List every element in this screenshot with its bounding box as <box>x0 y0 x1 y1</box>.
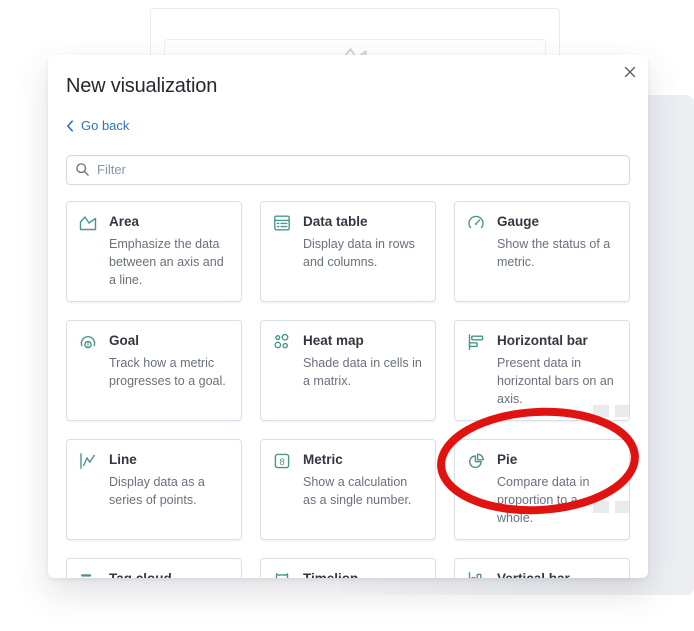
timelion-icon <box>275 572 289 578</box>
vertical-bar-icon <box>468 571 482 578</box>
svg-text:8: 8 <box>87 342 90 348</box>
viz-card-title: Horizontal bar <box>497 332 588 348</box>
tag-cloud-icon <box>81 573 95 578</box>
checker-artifact <box>615 405 629 417</box>
viz-card-data-table[interactable]: Data table Display data in rows and colum… <box>260 200 436 302</box>
viz-card-title: Metric <box>303 451 343 467</box>
viz-card-description: Emphasize the data between an axis and a… <box>109 236 224 287</box>
heat-map-icon <box>274 333 289 348</box>
viz-card-pie[interactable]: Pie Compare data in proportion to a whole… <box>454 438 630 540</box>
svg-text:8: 8 <box>279 456 284 467</box>
metric-icon: 8 <box>274 453 290 468</box>
viz-card-title: Vertical bar <box>497 570 570 579</box>
close-button[interactable] <box>619 61 641 83</box>
viz-card-heat-map[interactable]: Heat map Shade data in cells in a matrix. <box>260 319 436 421</box>
viz-card-timelion[interactable]: TimelionShow time series data on a graph… <box>260 557 436 579</box>
viz-card-description: Display data as a series of points. <box>109 474 205 507</box>
viz-card-title: Timelion <box>303 570 359 579</box>
go-back-link[interactable]: Go back <box>66 118 129 133</box>
viz-card-goal[interactable]: 8 Goal Track how a metric progresses to a … <box>66 319 242 421</box>
viz-card-description: Show a calculation as a single number. <box>303 474 412 507</box>
visualization-card-grid: Area Emphasize the data between an axis a… <box>66 200 630 579</box>
viz-card-title: Data table <box>303 213 368 229</box>
filter-field-wrap <box>66 154 630 185</box>
area-icon <box>79 215 97 230</box>
viz-card-description: Show the status of a metric. <box>497 236 611 269</box>
checker-artifact <box>615 501 629 513</box>
viz-card-description: Shade data in cells in a matrix. <box>303 355 422 388</box>
horizontal-bar-icon <box>468 333 484 350</box>
viz-card-title: Goal <box>109 332 140 348</box>
screen: New visualization Go back Area Emphasize … <box>0 0 694 631</box>
viz-card-tag-cloud[interactable]: Tag cloudDisplay word frequency with fon… <box>66 557 242 579</box>
viz-card-area[interactable]: Area Emphasize the data between an axis a… <box>66 200 242 302</box>
viz-card-description: Present data in horizontal bars on an ax… <box>497 355 614 406</box>
new-visualization-modal: New visualization Go back Area Emphasize … <box>48 55 648 578</box>
viz-card-description: Display data in rows and columns. <box>303 236 415 269</box>
viz-card-description: Compare data in proportion to a whole. <box>497 474 590 525</box>
viz-card-title: Tag cloud <box>109 570 172 579</box>
chevron-left-icon <box>67 119 73 132</box>
viz-card-title: Heat map <box>303 332 364 348</box>
viz-card-title: Gauge <box>497 213 540 229</box>
viz-card-gauge[interactable]: Gauge Show the status of a metric. <box>454 200 630 302</box>
close-icon <box>624 66 636 78</box>
search-icon <box>76 162 89 176</box>
viz-card-title: Line <box>109 451 137 467</box>
viz-card-vertical-bar[interactable]: Vertical barPresent data in vertical bar… <box>454 557 630 579</box>
line-icon <box>80 452 95 469</box>
viz-card-line[interactable]: Line Display data as a series of points. <box>66 438 242 540</box>
checker-artifact <box>593 501 609 513</box>
gauge-icon <box>468 215 484 228</box>
page-title: New visualization <box>66 75 218 97</box>
viz-card-metric[interactable]: 8 Metric Show a calculation as a single nu… <box>260 438 436 540</box>
checker-artifact <box>593 405 609 417</box>
pie-icon <box>469 453 484 468</box>
data-table-icon <box>274 215 290 231</box>
filter-input[interactable] <box>66 154 630 185</box>
go-back-label: Go back <box>81 118 130 133</box>
viz-card-title: Area <box>109 213 140 229</box>
goal-icon: 8 <box>80 335 96 348</box>
viz-card-description: Track how a metric progresses to a goal. <box>109 355 226 388</box>
viz-card-title: Pie <box>497 451 518 467</box>
